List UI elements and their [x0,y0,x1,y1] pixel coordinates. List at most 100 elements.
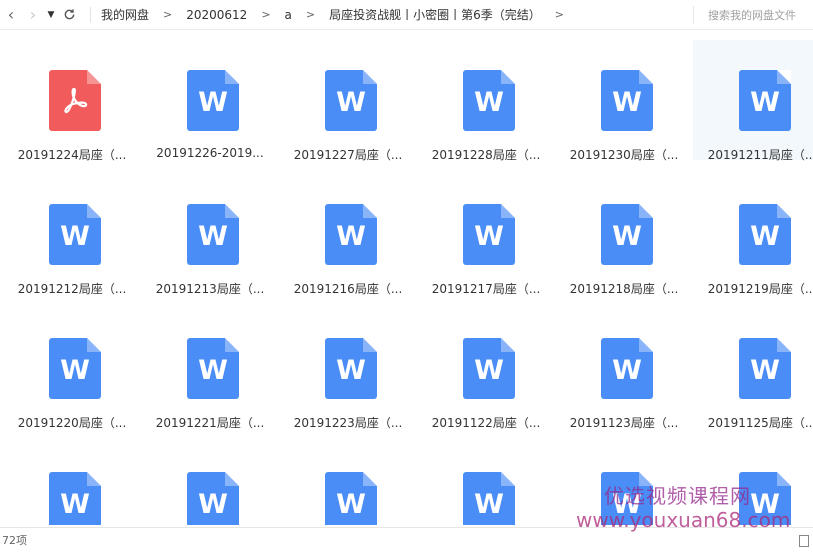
word-file-icon: W [325,70,377,131]
file-item[interactable]: W [555,442,693,525]
word-letter: W [612,355,642,386]
breadcrumb: 我的网盘 > 20200612 > a > 局座投资战舰丨小密圈丨第6季（完结）… [99,6,693,23]
file-name: 20191223局座（... [293,416,403,430]
chevron-right-icon: › [29,5,37,24]
word-letter: W [612,221,642,252]
word-file-icon: W [463,472,515,525]
word-letter: W [474,87,504,118]
word-letter: W [198,87,228,118]
word-letter: W [612,87,642,118]
file-name: 20191221局座（... [155,416,265,430]
breadcrumb-item-a[interactable]: a [283,8,294,22]
status-bar: 72项 [0,527,813,552]
file-item[interactable]: W 20191125局座（... [693,308,813,430]
file-item[interactable]: W 20191220局座（... [3,308,141,430]
word-letter: W [474,221,504,252]
word-letter: W [336,355,366,386]
breadcrumb-separator[interactable]: > [151,8,184,21]
word-file-icon: W [601,204,653,265]
forward-button[interactable]: › [22,1,44,29]
word-letter: W [60,221,90,252]
file-item[interactable]: W 20191218局座（... [555,174,693,296]
toolbar: ‹ › ▼ 我的网盘 > 20200612 > a > 局座投资战舰丨小密圈丨第… [0,0,813,30]
file-name: 20191219局座（... [707,282,813,296]
search-input[interactable]: 搜索我的网盘文件 [693,5,813,24]
acrobat-icon [64,87,88,114]
back-button[interactable]: ‹ [0,1,22,29]
history-dropdown-button[interactable]: ▼ [44,1,58,29]
file-item[interactable]: 20191224局座（... [3,40,141,162]
file-name: 20191226-2019... [156,146,264,160]
breadcrumb-separator[interactable]: > [543,8,576,21]
file-item[interactable]: W [3,442,141,525]
breadcrumb-item-current[interactable]: 局座投资战舰丨小密圈丨第6季（完结） [327,6,543,23]
file-name: 20191220局座（... [17,416,127,430]
file-name: 20191125局座（... [707,416,813,430]
file-name: 20191227局座（... [293,148,403,162]
word-letter: W [750,489,780,520]
breadcrumb-item-date[interactable]: 20200612 [184,8,249,22]
word-file-icon: W [601,472,653,525]
file-item[interactable]: W 20191221局座（... [141,308,279,430]
file-item[interactable]: W [141,442,279,525]
word-file-icon: W [739,204,791,265]
word-letter: W [750,87,780,118]
view-toggle-icon[interactable] [799,535,809,547]
file-name: 20191218局座（... [569,282,679,296]
word-file-icon: W [325,204,377,265]
word-file-icon: W [187,204,239,265]
word-letter: W [336,221,366,252]
file-item[interactable]: W 20191122局座（... [417,308,555,430]
word-file-icon: W [739,472,791,525]
word-file-icon: W [739,70,791,131]
file-item[interactable]: W 20191228局座（... [417,40,555,162]
word-file-icon: W [463,70,515,131]
refresh-button[interactable] [58,1,80,29]
word-letter: W [60,489,90,520]
word-letter: W [612,489,642,520]
breadcrumb-item-root[interactable]: 我的网盘 [99,6,151,23]
file-item[interactable]: W 20191227局座（... [279,40,417,162]
word-file-icon: W [187,338,239,399]
word-letter: W [474,489,504,520]
file-item[interactable]: W 20191217局座（... [417,174,555,296]
word-letter: W [474,355,504,386]
file-name: 20191228局座（... [431,148,541,162]
breadcrumb-separator[interactable]: > [249,8,282,21]
file-name: 20191211局座（... [707,148,813,162]
file-item[interactable]: W 20191213局座（... [141,174,279,296]
file-item[interactable]: W 20191230局座（... [555,40,693,162]
file-name: 20191122局座（... [431,416,541,430]
file-item[interactable]: W 20191223局座（... [279,308,417,430]
file-name: 20191123局座（... [569,416,679,430]
chevron-left-icon: ‹ [7,5,15,24]
file-item[interactable]: W [279,442,417,525]
file-item[interactable]: W 20191212局座（... [3,174,141,296]
word-file-icon: W [463,204,515,265]
file-name: 20191216局座（... [293,282,403,296]
file-name: 20191212局座（... [17,282,127,296]
caret-down-icon: ▼ [47,9,55,20]
word-file-icon: W [325,472,377,525]
file-item[interactable]: W [417,442,555,525]
word-file-icon: W [463,338,515,399]
word-file-icon: W [187,472,239,525]
breadcrumb-separator[interactable]: > [294,8,327,21]
word-file-icon: W [49,204,101,265]
file-item[interactable]: W 20191123局座（... [555,308,693,430]
file-item[interactable]: W 20191226-2019... [141,40,279,160]
file-item[interactable]: W [693,442,813,525]
file-name: 20191217局座（... [431,282,541,296]
file-name: 20191213局座（... [155,282,265,296]
word-letter: W [336,489,366,520]
file-item[interactable]: W 20191216局座（... [279,174,417,296]
refresh-icon [64,9,74,20]
word-file-icon: W [739,338,791,399]
item-count: 72项 [2,534,27,547]
word-file-icon: W [187,70,239,131]
file-item[interactable]: W 20191211局座（... [693,40,813,162]
file-grid: 20191224局座（... W 20191226-2019... W 20191227… [0,30,813,525]
word-file-icon: W [49,472,101,525]
word-letter: W [198,355,228,386]
file-item[interactable]: W 20191219局座（... [693,174,813,296]
